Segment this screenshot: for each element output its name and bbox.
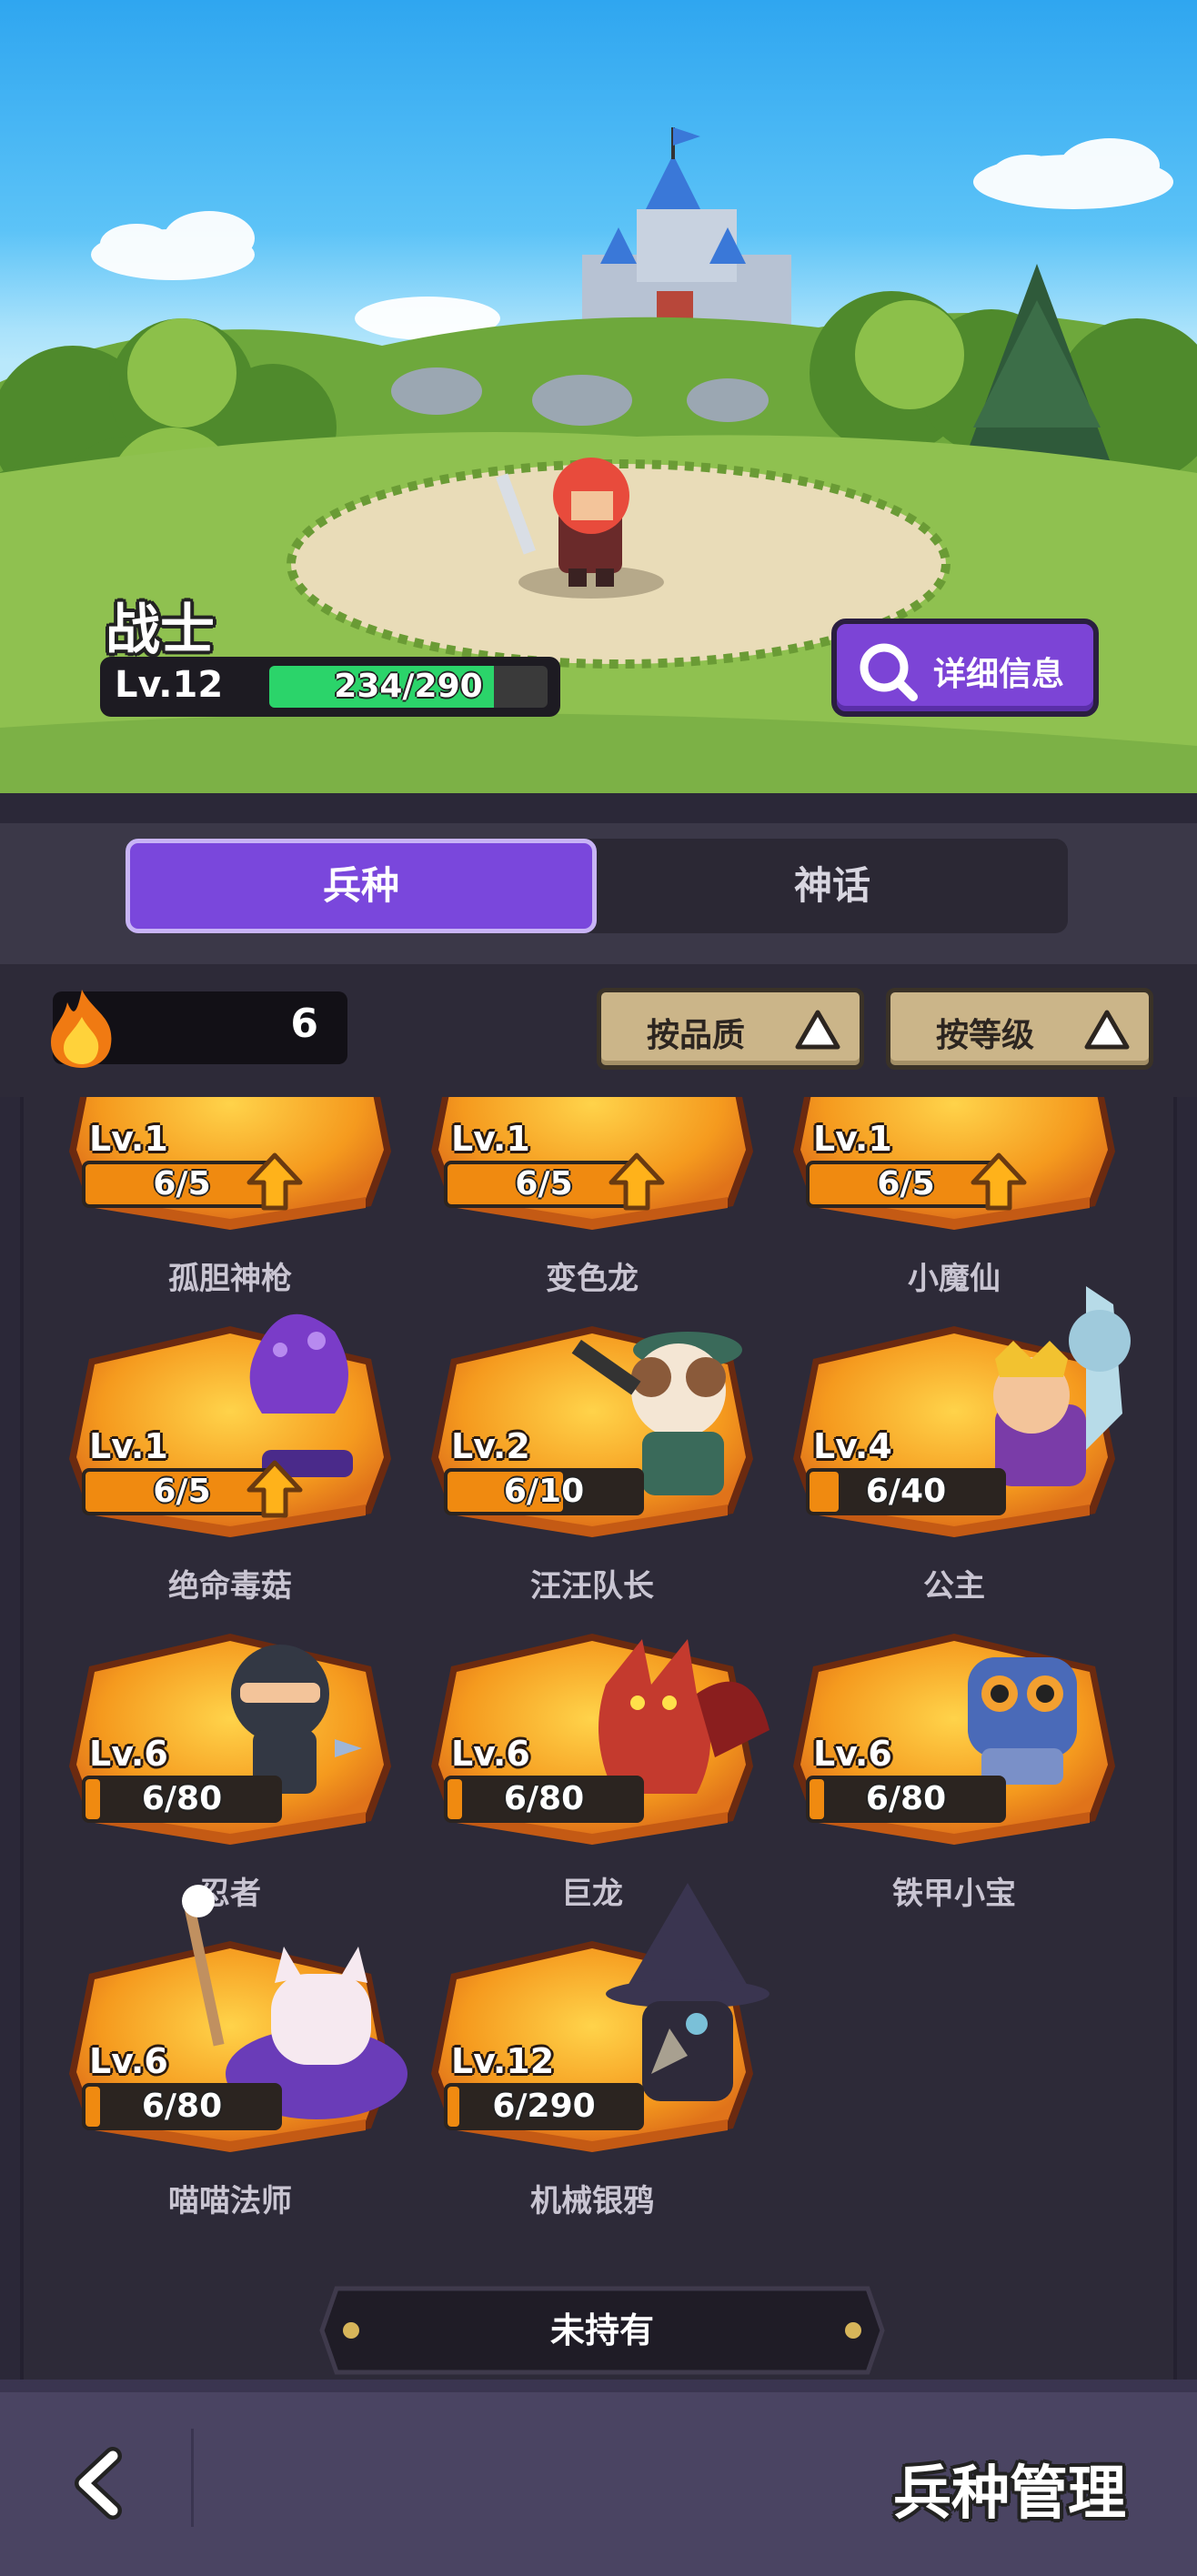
- unit-name: 汪汪队长: [530, 1568, 654, 1605]
- unit-progress-bar: 6/80: [806, 1776, 1006, 1823]
- unit-name: 机械银鸦: [530, 2183, 654, 2219]
- unit-name: 巨龙: [561, 1876, 623, 1912]
- hero-level: Lv.12: [115, 664, 224, 706]
- tab-myth[interactable]: 神话: [597, 839, 1068, 933]
- triangle-up-icon: [795, 1010, 840, 1050]
- unit-progress-text: 6/10: [503, 1473, 585, 1510]
- unit-card[interactable]: Lv.1 6/5 小魔仙: [786, 1097, 1122, 1324]
- sort-by-level-button[interactable]: 按等级: [886, 988, 1153, 1070]
- unit-progress-bar: 6/80: [82, 2083, 282, 2130]
- unit-name: 绝命毒菇: [168, 1568, 292, 1605]
- fire-count: 6: [290, 1001, 318, 1047]
- upgrade-arrow-icon: [246, 1460, 303, 1518]
- unit-progress-text: 6/80: [141, 1780, 223, 1817]
- unit-name: 公主: [923, 1568, 985, 1605]
- unit-progress-text: 6/80: [141, 2088, 223, 2125]
- unit-grid: 未持有 Lv.1 6/5 孤胆神枪 Lv.1 6/5 变色龙 Lv.1 6/5 小魔仙 Lv.1 6…: [20, 1097, 1177, 2380]
- hero-scene: 战士 Lv.12 234/290 详细信息: [0, 0, 1197, 823]
- hero-exp-bar: 234/290: [269, 666, 548, 708]
- page-title: 兵种管理: [893, 2460, 1126, 2528]
- unit-name: 喵喵法师: [168, 2183, 292, 2219]
- unit-name: 忍者: [199, 1876, 261, 1912]
- unit-progress-bar: 6/80: [444, 1776, 644, 1823]
- detail-info-button[interactable]: 详细信息: [831, 619, 1099, 717]
- sort-by-quality-label: 按品质: [647, 1017, 746, 1054]
- unit-name: 小魔仙: [908, 1261, 1001, 1297]
- magnifier-icon: [860, 643, 918, 701]
- fire-icon: [51, 990, 112, 1068]
- unit-card[interactable]: Lv.6 6/80 巨龙: [424, 1630, 770, 1939]
- unit-level: Lv.1: [89, 1119, 168, 1159]
- tab-bar: 兵种 神话: [126, 839, 1068, 933]
- unit-level: Lv.1: [89, 1426, 168, 1466]
- bottom-bar-edge: [0, 2380, 1197, 2392]
- unit-progress-bar: 6/80: [82, 1776, 282, 1823]
- unit-level: Lv.2: [451, 1426, 530, 1466]
- upgrade-arrow-icon: [971, 1152, 1027, 1211]
- tab-troops[interactable]: 兵种: [126, 839, 597, 933]
- not-owned-label: 未持有: [549, 2310, 654, 2350]
- unit-card[interactable]: Lv.2 6/10 汪汪队长: [424, 1323, 760, 1632]
- unit-level: Lv.12: [451, 2041, 555, 2081]
- unit-level: Lv.1: [451, 1119, 530, 1159]
- bottom-divider: [191, 2429, 194, 2527]
- unit-card[interactable]: Lv.6 6/80 铁甲小宝: [786, 1630, 1122, 1939]
- unit-progress-text: 6/40: [865, 1473, 947, 1510]
- unit-progress-text: 6/290: [492, 2088, 596, 2125]
- unit-progress-bar: 6/290: [444, 2083, 644, 2130]
- unit-name: 变色龙: [546, 1261, 639, 1297]
- unit-level: Lv.6: [89, 1734, 168, 1774]
- hero-name: 战士: [106, 599, 215, 662]
- unit-card[interactable]: Lv.1 6/5 变色龙: [424, 1097, 760, 1324]
- unit-card[interactable]: Lv.4 6/40 公主: [786, 1286, 1131, 1632]
- not-owned-banner[interactable]: 未持有: [318, 2285, 886, 2376]
- unit-progress-bar: 6/40: [806, 1468, 1006, 1515]
- upgrade-arrow-icon: [609, 1152, 665, 1211]
- unit-level: Lv.6: [451, 1734, 530, 1774]
- unit-card[interactable]: Lv.1 6/5 绝命毒菇: [62, 1313, 398, 1632]
- unit-card[interactable]: Lv.1 6/5 孤胆神枪: [62, 1097, 398, 1324]
- upgrade-arrow-icon: [246, 1152, 303, 1211]
- unit-progress-bar: 6/10: [444, 1468, 644, 1515]
- unit-card[interactable]: Lv.6 6/80 喵喵法师: [62, 1885, 407, 2247]
- sort-by-level-label: 按等级: [936, 1017, 1035, 1054]
- back-arrow-icon[interactable]: [64, 2447, 136, 2520]
- triangle-up-icon: [1084, 1010, 1130, 1050]
- sort-by-quality-button[interactable]: 按品质: [597, 988, 864, 1070]
- unit-level: Lv.6: [813, 1734, 892, 1774]
- unit-level: Lv.6: [89, 2041, 168, 2081]
- hero-level-bar: Lv.12 234/290: [100, 657, 560, 717]
- unit-progress-text: 6/80: [865, 1780, 947, 1817]
- unit-name: 铁甲小宝: [892, 1876, 1016, 1912]
- unit-card[interactable]: Lv.6 6/80 忍者: [62, 1630, 398, 1939]
- unit-name: 孤胆神枪: [168, 1261, 292, 1297]
- unit-card[interactable]: Lv.12 6/290 机械银鸦: [424, 1883, 770, 2247]
- unit-level: Lv.1: [813, 1119, 892, 1159]
- unit-progress-text: 6/80: [503, 1780, 585, 1817]
- detail-info-label: 详细信息: [933, 656, 1065, 693]
- unit-level: Lv.4: [813, 1426, 892, 1466]
- hero-exp-text: 234/290: [334, 668, 483, 705]
